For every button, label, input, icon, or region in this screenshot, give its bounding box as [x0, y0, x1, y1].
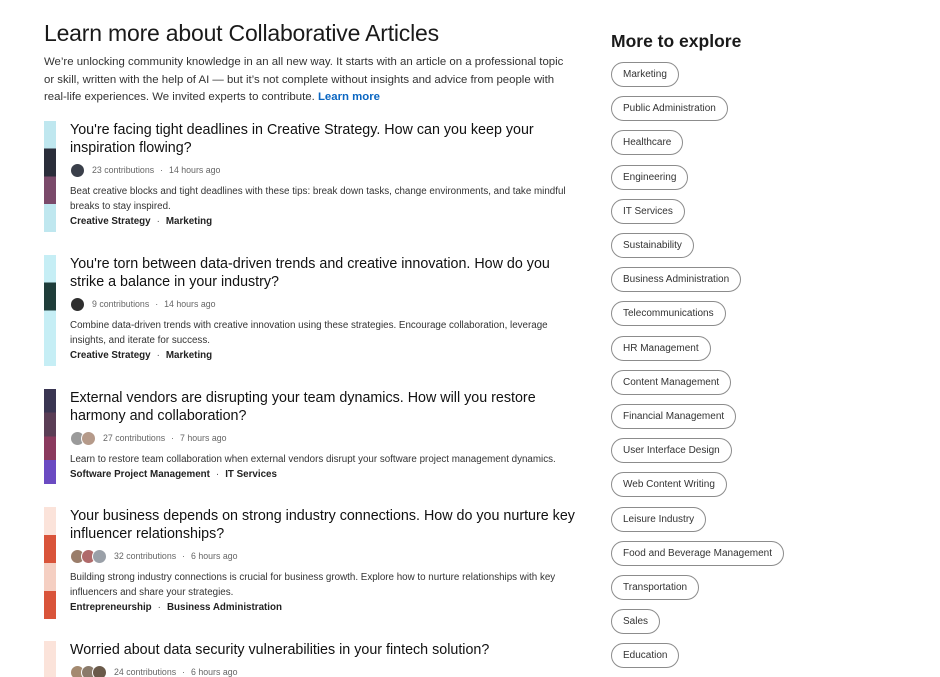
- meta-separator: ·: [171, 433, 175, 443]
- article-time: 14 hours ago: [169, 165, 221, 175]
- avatar: [70, 296, 85, 312]
- article-body: Worried about data security vulnerabilit…: [70, 641, 580, 677]
- contributions-count: 24 contributions: [114, 667, 177, 677]
- topic-pill[interactable]: Education: [611, 643, 680, 669]
- topic-pill[interactable]: Sales: [611, 609, 661, 635]
- avatar: [92, 548, 107, 564]
- article-tags: Entrepreneurship · Business Administration: [70, 601, 580, 615]
- article-tag[interactable]: Business Administration: [167, 602, 282, 613]
- article-card[interactable]: Your business depends on strong industry…: [44, 507, 584, 619]
- article-title[interactable]: External vendors are disrupting your tea…: [70, 389, 580, 425]
- article-meta: 23 contributions · 14 hours ago: [70, 162, 580, 178]
- contributor-avatars: [70, 548, 107, 564]
- contributor-avatars: [70, 430, 96, 446]
- topic-pill[interactable]: Healthcare: [611, 130, 684, 156]
- tag-separator: ·: [157, 602, 161, 613]
- article-summary: Beat creative blocks and tight deadlines…: [70, 186, 566, 212]
- topic-pill[interactable]: Telecommunications: [611, 301, 726, 327]
- topic-pill[interactable]: Food and Beverage Management: [611, 540, 784, 566]
- article-thumbnail[interactable]: [44, 255, 56, 366]
- article-thumbnail[interactable]: [44, 507, 56, 619]
- topic-pill[interactable]: Web Content Writing: [611, 472, 727, 498]
- intro-body: We’re unlocking community knowledge in a…: [44, 56, 564, 103]
- article-time: 7 hours ago: [180, 433, 227, 443]
- topic-pill[interactable]: Content Management: [611, 369, 732, 395]
- article-thumbnail[interactable]: [44, 641, 56, 677]
- meta-separator: ·: [160, 165, 164, 175]
- article-tag[interactable]: IT Services: [225, 469, 277, 480]
- topic-pill[interactable]: Engineering: [611, 164, 689, 190]
- main-column: Learn more about Collaborative Articles …: [44, 18, 574, 107]
- avatar: [81, 430, 96, 446]
- article-title[interactable]: Your business depends on strong industry…: [70, 507, 580, 543]
- topic-pill[interactable]: Financial Management: [611, 404, 737, 429]
- article-tag[interactable]: Marketing: [166, 350, 212, 361]
- topic-pill[interactable]: HR Management: [611, 335, 711, 361]
- contributions-count: 23 contributions: [92, 165, 155, 175]
- article-time: 6 hours ago: [191, 667, 238, 677]
- contributor-avatars: [70, 664, 107, 677]
- avatar: [92, 664, 107, 677]
- article-body: Your business depends on strong industry…: [70, 507, 580, 615]
- meta-separator: ·: [155, 299, 159, 309]
- contributor-avatars: [70, 296, 85, 312]
- article-summary: Learn to restore team collaboration when…: [70, 454, 556, 465]
- article-title[interactable]: You're facing tight deadlines in Creativ…: [70, 121, 580, 157]
- article-summary: Combine data-driven trends with creative…: [70, 320, 548, 346]
- article-tags: Software Project Management · IT Services: [70, 468, 580, 482]
- article-body: You're facing tight deadlines in Creativ…: [70, 121, 580, 229]
- more-to-explore-title: More to explore: [611, 31, 742, 51]
- article-meta: 27 contributions · 7 hours ago: [70, 430, 580, 446]
- article-thumbnail[interactable]: [44, 389, 56, 484]
- contributions-count: 27 contributions: [103, 433, 166, 443]
- article-card[interactable]: External vendors are disrupting your tea…: [44, 389, 584, 484]
- article-card[interactable]: Worried about data security vulnerabilit…: [44, 641, 584, 677]
- intro-text: We’re unlocking community knowledge in a…: [44, 54, 574, 107]
- meta-separator: ·: [182, 667, 186, 677]
- article-tag[interactable]: Marketing: [166, 216, 212, 227]
- topic-pill[interactable]: Sustainability: [611, 233, 694, 258]
- article-body: External vendors are disrupting your tea…: [70, 389, 580, 482]
- page-title: Learn more about Collaborative Articles: [44, 20, 439, 46]
- more-to-explore: More to explore Marketing Public Administ…: [611, 30, 911, 669]
- topic-pill[interactable]: Transportation: [611, 575, 700, 600]
- article-tag[interactable]: Entrepreneurship: [70, 602, 152, 613]
- article-meta: 24 contributions · 6 hours ago: [70, 664, 580, 677]
- tag-separator: ·: [156, 216, 160, 227]
- tag-separator: ·: [215, 469, 220, 480]
- article-title[interactable]: You're torn between data-driven trends a…: [70, 255, 580, 291]
- topic-pill[interactable]: User Interface Design: [611, 438, 732, 464]
- topic-pill[interactable]: Business Administration: [611, 267, 742, 293]
- article-time: 6 hours ago: [191, 551, 238, 561]
- article-card[interactable]: You're torn between data-driven trends a…: [44, 255, 584, 366]
- article-tag[interactable]: Software Project Management: [70, 469, 210, 480]
- article-meta: 32 contributions · 6 hours ago: [70, 548, 580, 564]
- article-time: 14 hours ago: [164, 299, 216, 309]
- tag-separator: ·: [156, 350, 160, 361]
- article-title[interactable]: Worried about data security vulnerabilit…: [70, 641, 580, 659]
- learn-more-link[interactable]: Learn more: [318, 91, 380, 103]
- avatar: [70, 162, 85, 178]
- article-tag[interactable]: Creative Strategy: [70, 350, 151, 361]
- article-thumbnail[interactable]: [44, 121, 56, 232]
- contributions-count: 9 contributions: [92, 299, 150, 309]
- article-tags: Creative Strategy · Marketing: [70, 215, 580, 229]
- article-tags: Creative Strategy · Marketing: [70, 349, 580, 363]
- topic-pill[interactable]: Leisure Industry: [611, 506, 707, 532]
- contributor-avatars: [70, 162, 85, 178]
- article-meta: 9 contributions · 14 hours ago: [70, 296, 580, 312]
- topic-pill[interactable]: IT Services: [611, 198, 685, 224]
- topic-pill[interactable]: Marketing: [611, 62, 679, 87]
- article-tag[interactable]: Creative Strategy: [70, 216, 151, 227]
- meta-separator: ·: [182, 551, 186, 561]
- article-summary: Building strong industry connections is …: [70, 572, 556, 598]
- topic-pill[interactable]: Public Administration: [611, 96, 728, 122]
- article-card[interactable]: You're facing tight deadlines in Creativ…: [44, 121, 584, 232]
- article-body: You're torn between data-driven trends a…: [70, 255, 580, 363]
- contributions-count: 32 contributions: [114, 551, 177, 561]
